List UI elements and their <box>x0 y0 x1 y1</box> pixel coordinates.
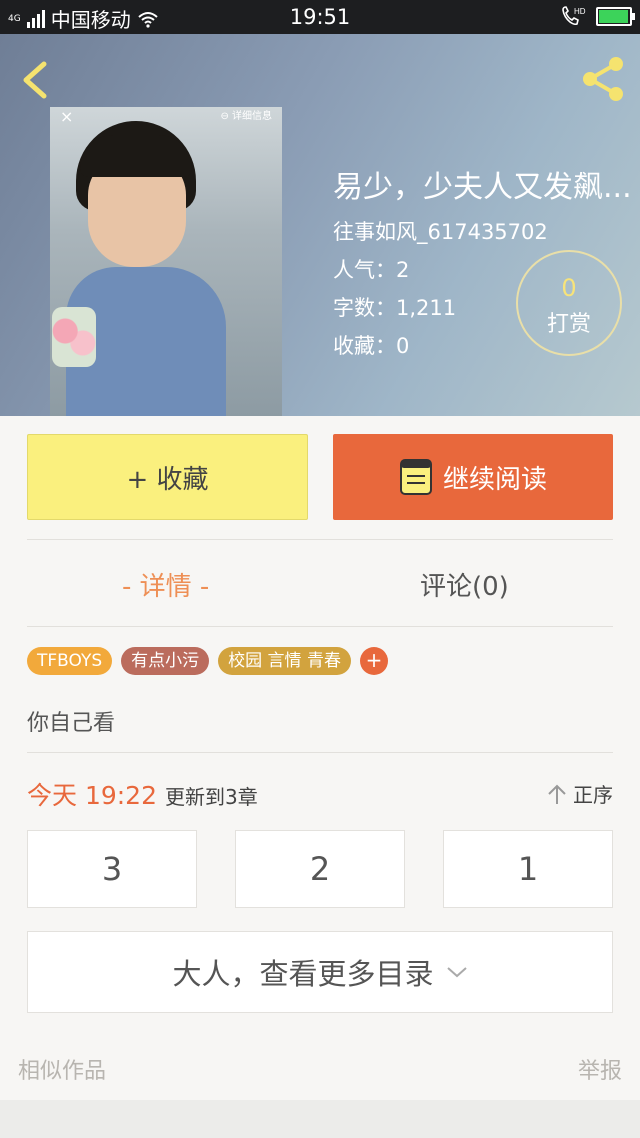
arrow-up-icon <box>548 784 566 804</box>
battery-icon <box>596 6 635 26</box>
author-name[interactable]: 往事如风_617435702 <box>333 216 548 246</box>
favorite-count: 收藏：0 <box>333 334 410 358</box>
back-arrow-icon[interactable] <box>16 58 56 102</box>
description: 你自己看 <box>27 711 116 736</box>
similar-works-label: 相似作品 <box>18 1059 107 1084</box>
bottom-strip <box>0 1100 640 1138</box>
clock: 19:51 <box>289 5 351 29</box>
favorite-button[interactable]: + 收藏 <box>27 434 308 520</box>
phone-hd-icon: HD <box>562 6 586 26</box>
tag-tfboys[interactable]: TFBOYS <box>27 647 113 675</box>
tab-comments[interactable]: 评论(0) <box>420 566 509 603</box>
tag-list: TFBOYS 有点小污 校园 言情 青春 + <box>27 647 388 675</box>
reward-count: 0 <box>561 274 577 302</box>
sort-order-toggle[interactable]: 正序 <box>547 779 613 808</box>
continue-reading-label: 继续阅读 <box>442 464 547 495</box>
cover-close-icon: × <box>60 107 74 126</box>
tab-detail[interactable]: - 详情 - <box>122 566 209 603</box>
book-icon <box>399 459 432 495</box>
chapter-1-button[interactable]: 1 <box>443 830 613 908</box>
svg-text:HD: HD <box>574 7 586 16</box>
cover-image[interactable]: × ⊖ 详细信息 <box>50 107 282 416</box>
reward-label: 打赏 <box>546 312 591 337</box>
continue-reading-button[interactable]: 继续阅读 <box>333 434 613 520</box>
update-info: 今天 19:22 更新到3章 <box>27 776 258 812</box>
sort-order-label: 正序 <box>573 783 613 807</box>
popularity: 人气：2 <box>333 258 410 282</box>
favorite-button-label: + 收藏 <box>126 464 209 495</box>
report-link[interactable]: 举报 <box>578 1053 622 1085</box>
add-tag-button[interactable]: + <box>359 647 388 675</box>
update-time: 今天 19:22 <box>27 781 157 810</box>
reward-button[interactable]: 0 打赏 <box>516 250 622 356</box>
share-icon[interactable] <box>578 54 628 104</box>
chapter-2-button[interactable]: 2 <box>235 830 405 908</box>
chapter-3-button[interactable]: 3 <box>27 830 197 908</box>
tag-campus[interactable]: 校园 言情 青春 <box>218 647 351 675</box>
more-catalog-label: 大人，查看更多目录 <box>172 957 434 991</box>
status-bar: 4G 中国移动 19:51 HD <box>0 0 640 34</box>
update-text: 更新到3章 <box>165 785 258 809</box>
work-header: × ⊖ 详细信息 易少，少夫人又发飙... 往事如风_617435702 人气：… <box>0 34 640 416</box>
divider <box>27 752 613 753</box>
divider <box>27 626 613 627</box>
chevron-down-icon <box>446 967 467 978</box>
cover-info-label: ⊖ 详细信息 <box>220 111 272 122</box>
more-catalog-button[interactable]: 大人，查看更多目录 <box>27 931 613 1013</box>
word-count: 字数：1,211 <box>333 296 457 320</box>
tag-naughty[interactable]: 有点小污 <box>121 647 210 675</box>
work-title: 易少，少夫人又发飙... <box>333 170 632 205</box>
divider <box>27 539 613 540</box>
